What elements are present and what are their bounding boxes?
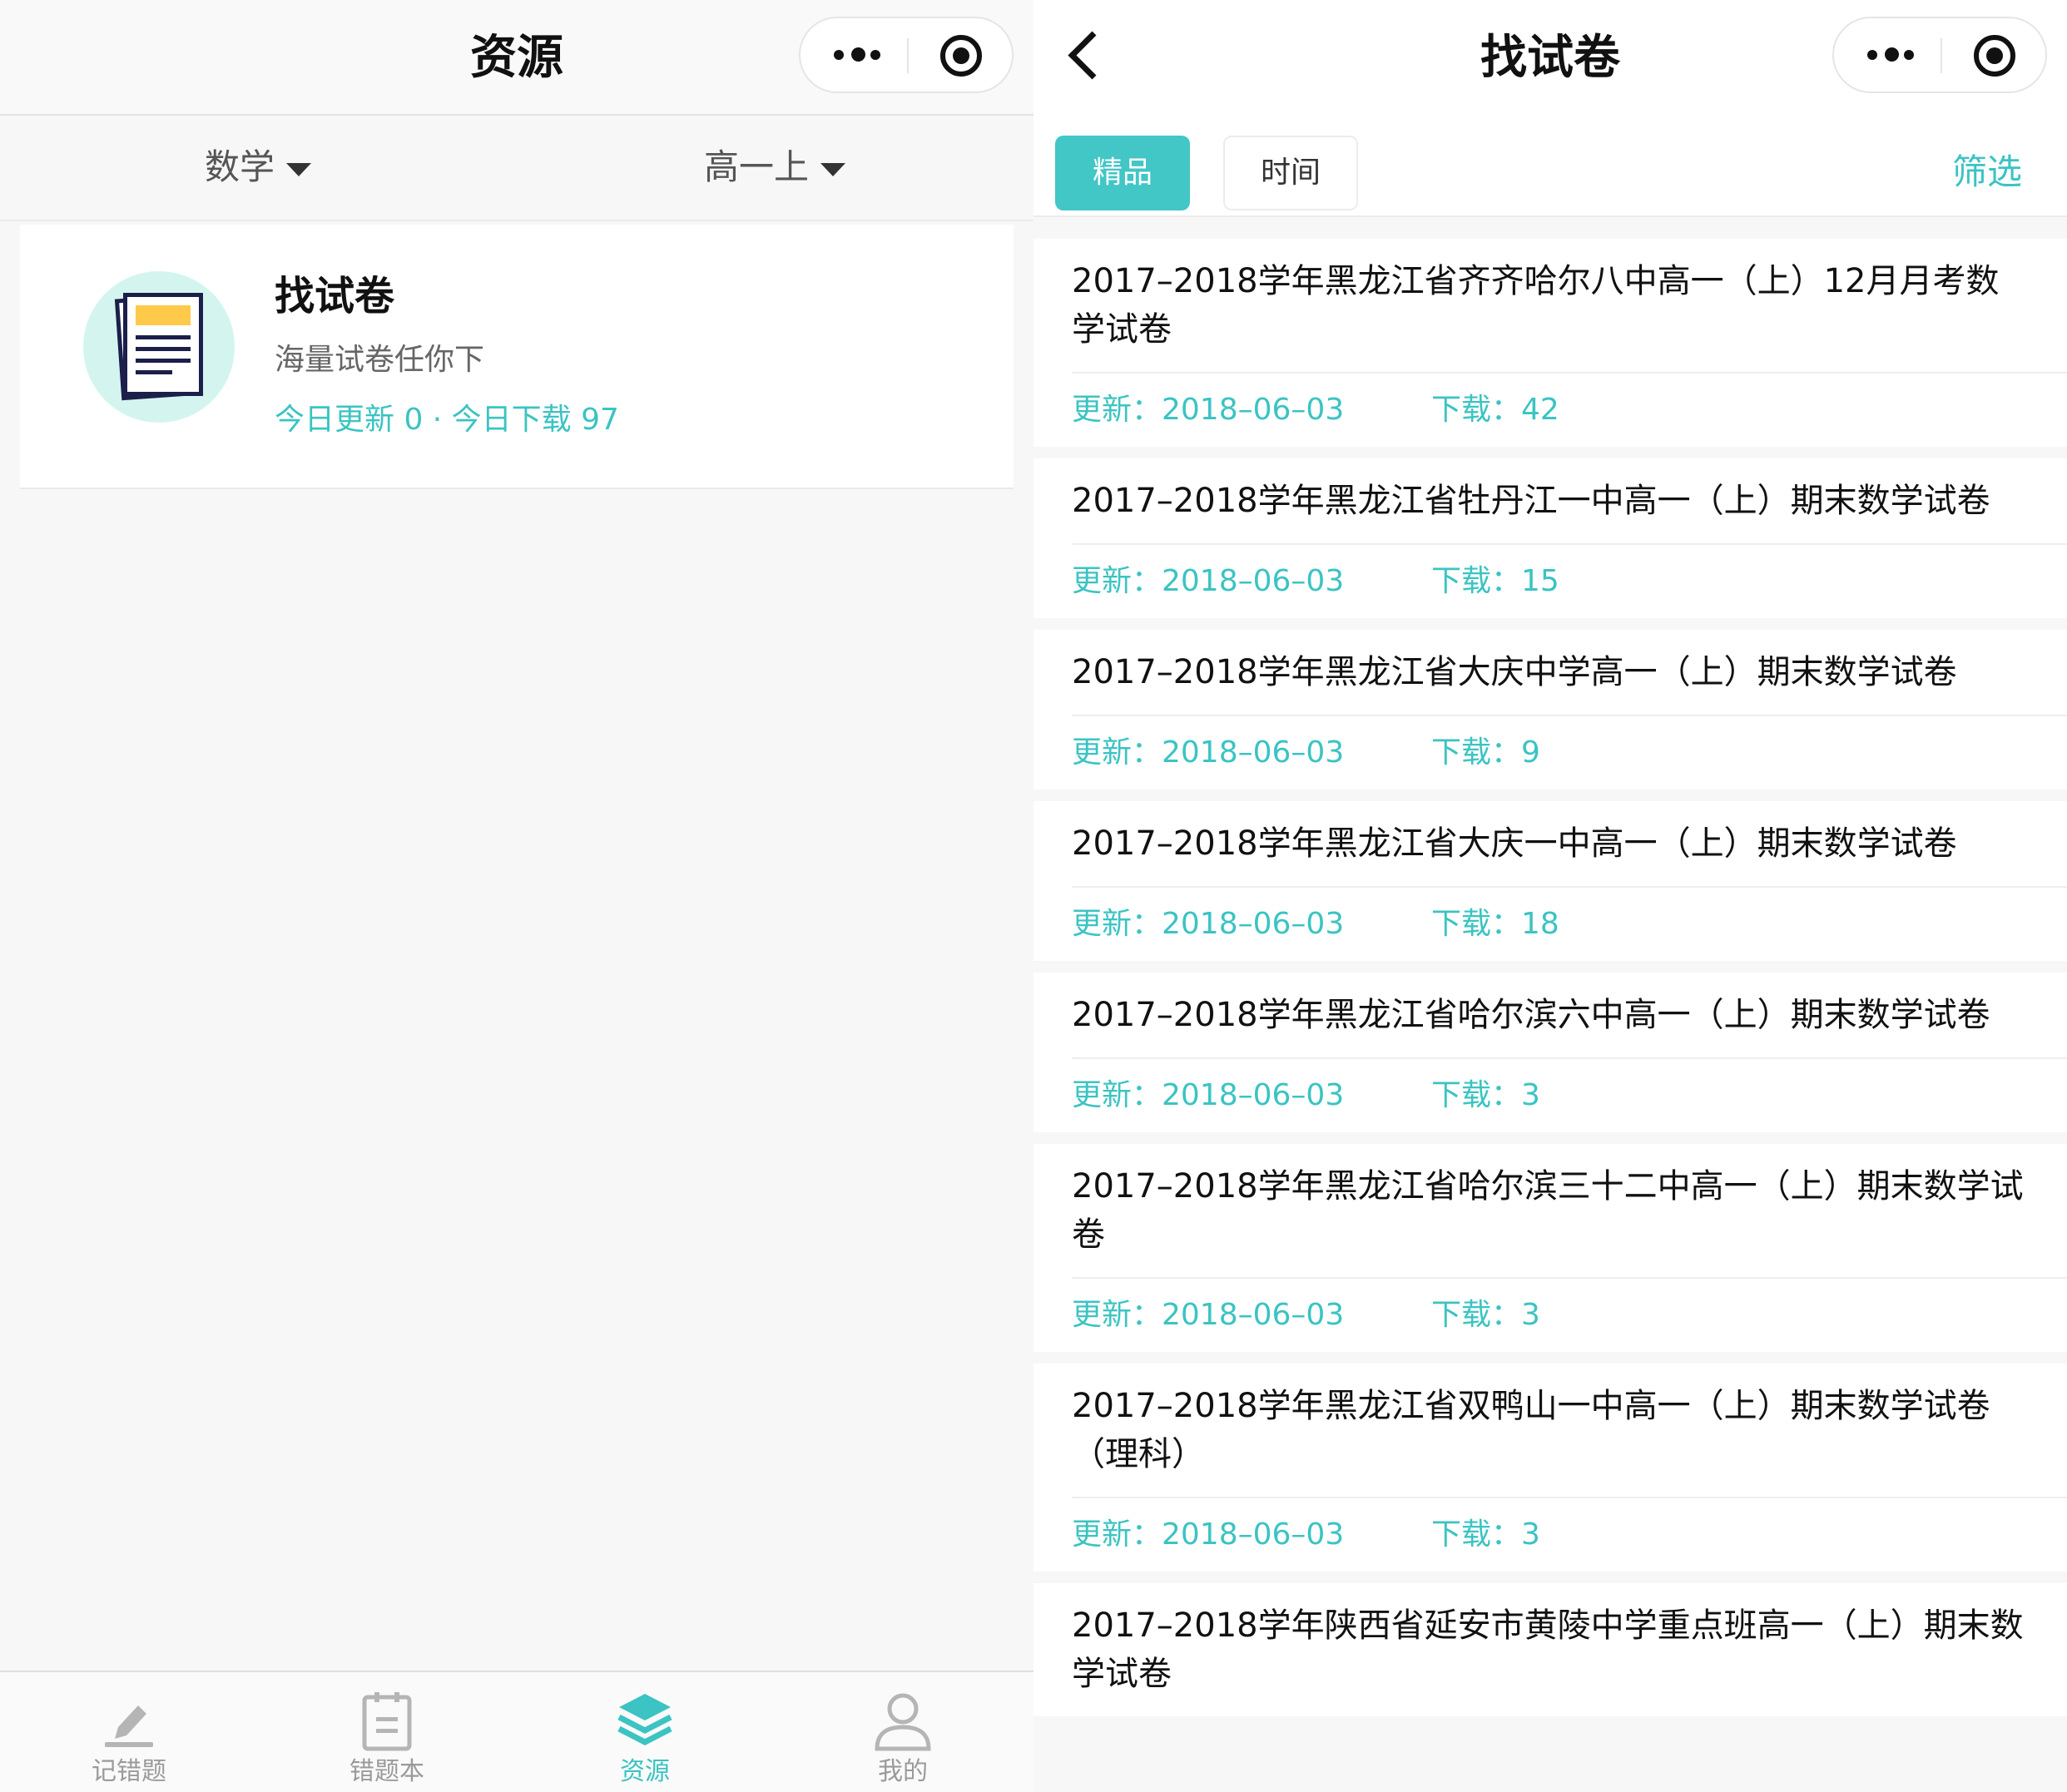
tab-label: 资源 [620, 1757, 670, 1786]
paper-updated-date: 更新：2018–06–03 [1072, 1517, 1345, 1552]
card-subtitle: 海量试卷任你下 [275, 343, 485, 377]
paper-download-count: 下载：3 [1431, 1517, 1540, 1552]
paper-updated-date: 更新：2018–06–03 [1072, 907, 1345, 941]
tab-label: 错题本 [349, 1757, 424, 1786]
layers-stack-icon [617, 1694, 672, 1745]
paper-list-item[interactable]: 2017–2018学年陕西省延安市黄陵中学重点班高一（上）期末数学试卷 [1034, 1583, 2067, 1716]
close-miniprogram-icon[interactable] [940, 35, 982, 77]
caret-down-icon [820, 162, 846, 176]
pencil-edit-icon [105, 1705, 153, 1747]
subject-dropdown[interactable]: 数学 [205, 142, 312, 192]
paper-updated-date: 更新：2018–06–03 [1072, 393, 1345, 427]
paper-meta: 更新：2018–06–03 下载：3 [1072, 1277, 2067, 1352]
more-icon[interactable] [1867, 47, 1917, 63]
paper-meta: 更新：2018–06–03 下载：3 [1072, 1497, 2067, 1572]
paper-download-count: 下载：42 [1431, 393, 1559, 427]
find-papers-card[interactable]: 找试卷 海量试卷任你下 今日更新 0 · 今日下载 97 [20, 225, 1014, 489]
paper-title: 2017–2018学年黑龙江省大庆一中高一（上）期末数学试卷 [1072, 824, 1957, 863]
paper-title: 2017–2018学年黑龙江省齐齐哈尔八中高一（上）12月月考数学试卷 [1072, 262, 2000, 349]
paper-title: 2017–2018学年黑龙江省大庆中学高一（上）期末数学试卷 [1072, 653, 1957, 691]
paper-list-item[interactable]: 2017–2018学年黑龙江省大庆中学高一（上）期末数学试卷 更新：2018–06… [1034, 630, 2067, 790]
paper-download-count: 下载：15 [1431, 564, 1559, 598]
paper-list-item[interactable]: 2017–2018学年黑龙江省大庆一中高一（上）期末数学试卷更新：2018–06… [1034, 801, 2067, 961]
card-title: 找试卷 [275, 273, 395, 319]
close-miniprogram-icon[interactable] [1974, 35, 2015, 77]
notebook-icon [362, 1692, 412, 1751]
tab-record-mistakes[interactable]: 记错题 [0, 1672, 258, 1792]
tab-bar: 记错题 错题本 资源 我的 [0, 1671, 1034, 1792]
exam-paper-icon [83, 271, 235, 423]
paper-meta: 更新：2018–06–03 下载：9 [1072, 715, 2067, 790]
user-profile-icon [875, 1693, 931, 1751]
capsule-divider [1941, 38, 1942, 73]
filter-bar: 数学 高一上 [0, 117, 1034, 221]
paper-title: 2017–2018学年陕西省延安市黄陵中学重点班高一（上）期末数学试卷 [1072, 1606, 2024, 1693]
paper-download-count: 下载：18 [1431, 907, 1559, 941]
capsule-divider [907, 38, 909, 73]
paper-meta: 更新：2018–06–03 下载：42 [1072, 372, 2067, 447]
filter-button[interactable]: 筛选 [1952, 147, 2022, 197]
find-papers-screen: 找试卷 精品 时间 筛选 2017–2018学年黑龙江省齐齐哈尔八中高一（上）1… [1034, 0, 2067, 1792]
tab-label: 我的 [878, 1757, 928, 1786]
resources-screen: 资源 数学 高一上 找试卷 海量试卷任你下 今日更新 0 · 今日下载 97 记… [0, 0, 1034, 1792]
paper-title: 2017–2018学年黑龙江省牡丹江一中高一（上）期末数学试卷 [1072, 482, 1990, 520]
nav-bar: 资源 [0, 0, 1034, 116]
tab-time[interactable]: 时间 [1223, 136, 1358, 210]
paper-updated-date: 更新：2018–06–03 [1072, 564, 1345, 598]
miniprogram-capsule [1832, 17, 2047, 93]
tab-label: 记错题 [92, 1757, 166, 1786]
tab-featured[interactable]: 精品 [1055, 136, 1190, 210]
paper-list-item[interactable]: 2017–2018学年黑龙江省哈尔滨六中高一（上）期末数学试卷更新：2018–0… [1034, 973, 2067, 1132]
paper-title: 2017–2018学年黑龙江省哈尔滨三十二中高一（上）期末数学试卷 [1072, 1167, 2024, 1254]
paper-meta: 更新：2018–06–03 下载：18 [1072, 886, 2067, 961]
paper-download-count: 下载：3 [1431, 1298, 1540, 1332]
miniprogram-capsule [799, 17, 1014, 93]
sort-toolbar: 精品 时间 筛选 [1034, 116, 2067, 217]
paper-list: 2017–2018学年黑龙江省齐齐哈尔八中高一（上）12月月考数学试卷更新：20… [1034, 239, 2067, 1728]
paper-list-item[interactable]: 2017–2018学年黑龙江省双鸭山一中高一（上）期末数学试卷（理科） 更新：20… [1034, 1364, 2067, 1572]
paper-list-item[interactable]: 2017–2018学年黑龙江省齐齐哈尔八中高一（上）12月月考数学试卷更新：20… [1034, 239, 2067, 447]
paper-meta: 更新：2018–06–03 下载：3 [1072, 1057, 2067, 1132]
tab-resources[interactable]: 资源 [516, 1672, 774, 1792]
tab-profile[interactable]: 我的 [774, 1672, 1032, 1792]
caret-down-icon [286, 162, 312, 176]
card-stats: 今日更新 0 · 今日下载 97 [275, 403, 619, 437]
paper-title: 2017–2018学年黑龙江省双鸭山一中高一（上）期末数学试卷（理科） [1072, 1387, 1990, 1473]
nav-bar: 找试卷 [1034, 0, 2067, 116]
tab-mistake-book[interactable]: 错题本 [258, 1672, 516, 1792]
paper-title: 2017–2018学年黑龙江省哈尔滨六中高一（上）期末数学试卷 [1072, 996, 1990, 1034]
paper-updated-date: 更新：2018–06–03 [1072, 1078, 1345, 1112]
paper-download-count: 下载：9 [1431, 735, 1540, 770]
paper-updated-date: 更新：2018–06–03 [1072, 1298, 1345, 1332]
grade-label: 高一上 [704, 146, 810, 187]
paper-meta: 更新：2018–06–03 下载：15 [1072, 543, 2067, 618]
paper-download-count: 下载：3 [1431, 1078, 1540, 1112]
paper-updated-date: 更新：2018–06–03 [1072, 735, 1345, 770]
grade-dropdown[interactable]: 高一上 [704, 142, 846, 192]
subject-label: 数学 [205, 146, 275, 187]
paper-list-item[interactable]: 2017–2018学年黑龙江省牡丹江一中高一（上）期末数学试卷更新：2018–0… [1034, 458, 2067, 618]
paper-list-item[interactable]: 2017–2018学年黑龙江省哈尔滨三十二中高一（上）期末数学试卷更新：2018… [1034, 1144, 2067, 1352]
more-icon[interactable] [834, 47, 884, 63]
